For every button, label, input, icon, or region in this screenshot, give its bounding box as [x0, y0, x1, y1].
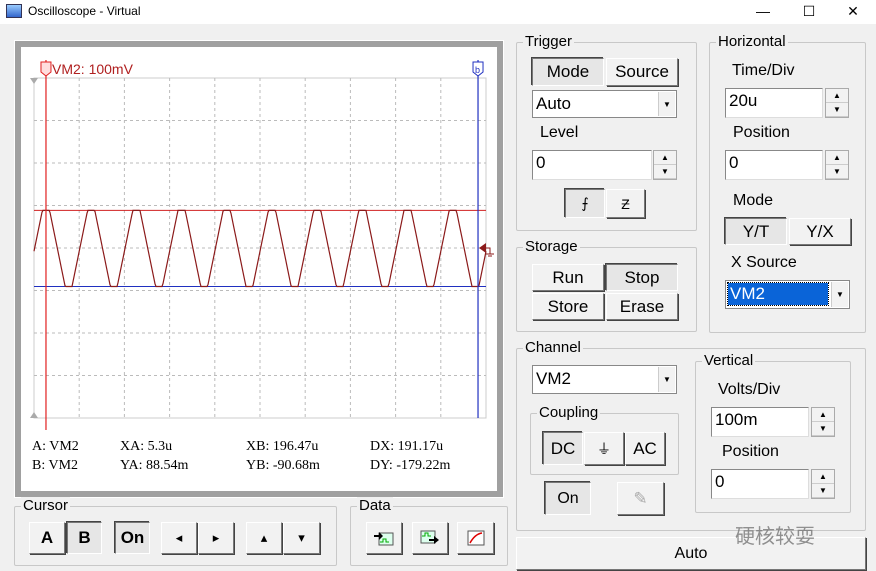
- erase-button[interactable]: Erase: [606, 293, 678, 320]
- readout-xa: XA: 5.3u: [120, 439, 173, 454]
- trigger-mode-button[interactable]: Mode: [532, 58, 604, 86]
- trigger-level-stepper[interactable]: ▲ ▼: [653, 150, 677, 180]
- trigger-falling-edge-button[interactable]: Ƶ: [606, 189, 645, 218]
- channel-value: VM2: [536, 369, 571, 388]
- horizontal-group-title: Horizontal: [716, 33, 788, 50]
- trigger-rising-edge-button[interactable]: ⨍: [565, 189, 605, 218]
- coupling-dc-button[interactable]: DC: [543, 432, 583, 465]
- time-div-stepper[interactable]: ▲ ▼: [825, 88, 849, 118]
- close-button[interactable]: ✕: [830, 0, 876, 24]
- yx-mode-button[interactable]: Y/X: [789, 218, 851, 245]
- watermark: 硬核较耍: [735, 526, 815, 548]
- import-data-icon: [374, 532, 394, 546]
- readout-dx: DX: 191.17u: [370, 439, 444, 454]
- run-button[interactable]: Run: [532, 264, 604, 291]
- trigger-mode-value: Auto: [536, 94, 571, 113]
- cursor-move-right-button[interactable]: ▸: [198, 522, 234, 554]
- trigger-group-title: Trigger: [523, 33, 574, 50]
- cursor-b-button[interactable]: B: [67, 522, 102, 554]
- horizontal-mode-label: Mode: [733, 192, 774, 209]
- cursor-b-tag: b: [475, 65, 480, 75]
- coupling-group-title: Coupling: [537, 404, 601, 421]
- coupling-ground-button[interactable]: ⏚: [584, 432, 624, 465]
- channel-dropdown[interactable]: VM2 ▼: [532, 365, 677, 394]
- x-source-label: X Source: [731, 254, 797, 271]
- channel-scale-label: VM2: 100mV: [52, 61, 133, 77]
- trigger-level-label: Level: [540, 124, 579, 141]
- ground-icon: [486, 247, 494, 257]
- volts-div-input[interactable]: 100m: [711, 407, 809, 437]
- store-button[interactable]: Store: [532, 293, 604, 320]
- export-data-icon: [420, 530, 439, 544]
- chevron-down-icon: ▼: [658, 92, 675, 116]
- export-data-button[interactable]: [412, 522, 448, 554]
- ground-level-marker: [479, 243, 486, 253]
- vertical-position-label: Position: [722, 443, 779, 460]
- cursor-group-title: Cursor: [21, 497, 71, 514]
- cursor-move-down-button[interactable]: ▾: [283, 522, 320, 554]
- x-source-dropdown[interactable]: VM2 ▼: [725, 280, 850, 309]
- storage-group-title: Storage: [523, 238, 580, 255]
- import-data-button[interactable]: [366, 522, 402, 554]
- readout-dy: DY: -179.22m: [370, 458, 451, 473]
- cursor-a-button[interactable]: A: [29, 522, 65, 554]
- vertical-position-stepper[interactable]: ▲ ▼: [811, 469, 835, 499]
- chevron-down-icon: ▼: [658, 367, 675, 392]
- trigger-source-button[interactable]: Source: [606, 58, 678, 86]
- chevron-down-icon: ▼: [831, 282, 848, 307]
- readout-xb: XB: 196.47u: [246, 439, 319, 454]
- data-group-title: Data: [357, 497, 393, 514]
- stop-button[interactable]: Stop: [606, 264, 678, 291]
- graph-button[interactable]: [457, 522, 494, 554]
- yt-mode-button[interactable]: Y/T: [725, 218, 787, 245]
- channel-group-title: Channel: [523, 339, 583, 356]
- volts-div-stepper[interactable]: ▲ ▼: [811, 407, 835, 437]
- vertical-position-input[interactable]: 0: [711, 469, 809, 499]
- trigger-top-marker: [30, 78, 38, 84]
- time-div-label: Time/Div: [732, 62, 795, 79]
- horizontal-position-stepper[interactable]: ▲ ▼: [825, 150, 849, 180]
- trigger-level-input[interactable]: 0: [532, 150, 652, 180]
- readout-yb: YB: -90.68m: [246, 458, 320, 473]
- maximize-button[interactable]: ☐: [786, 0, 832, 24]
- horizontal-position-label: Position: [733, 124, 790, 141]
- time-div-input[interactable]: 20u: [725, 88, 823, 118]
- trigger-bottom-marker: [30, 412, 38, 418]
- readout-b-channel: B: VM2: [32, 458, 79, 473]
- cursor-move-up-button[interactable]: ▴: [246, 522, 282, 554]
- horizontal-position-input[interactable]: 0: [725, 150, 823, 180]
- vertical-group-title: Vertical: [702, 352, 756, 369]
- readout-ya: YA: 88.54m: [120, 458, 189, 473]
- coupling-ac-button[interactable]: AC: [625, 432, 665, 465]
- volts-div-label: Volts/Div: [718, 381, 781, 398]
- graph-curve-icon: [467, 530, 484, 546]
- probe-button[interactable]: ✎: [617, 482, 664, 515]
- cursor-move-left-button[interactable]: ◂: [161, 522, 197, 554]
- minimize-button[interactable]: —: [740, 0, 786, 24]
- readout-a-channel: A: VM2: [32, 439, 79, 454]
- x-source-value: VM2: [727, 282, 829, 306]
- channel-on-button[interactable]: On: [545, 482, 591, 515]
- cursor-on-button[interactable]: On: [115, 522, 150, 554]
- trigger-mode-dropdown[interactable]: Auto ▼: [532, 90, 677, 118]
- cursor-a-handle: [40, 61, 52, 77]
